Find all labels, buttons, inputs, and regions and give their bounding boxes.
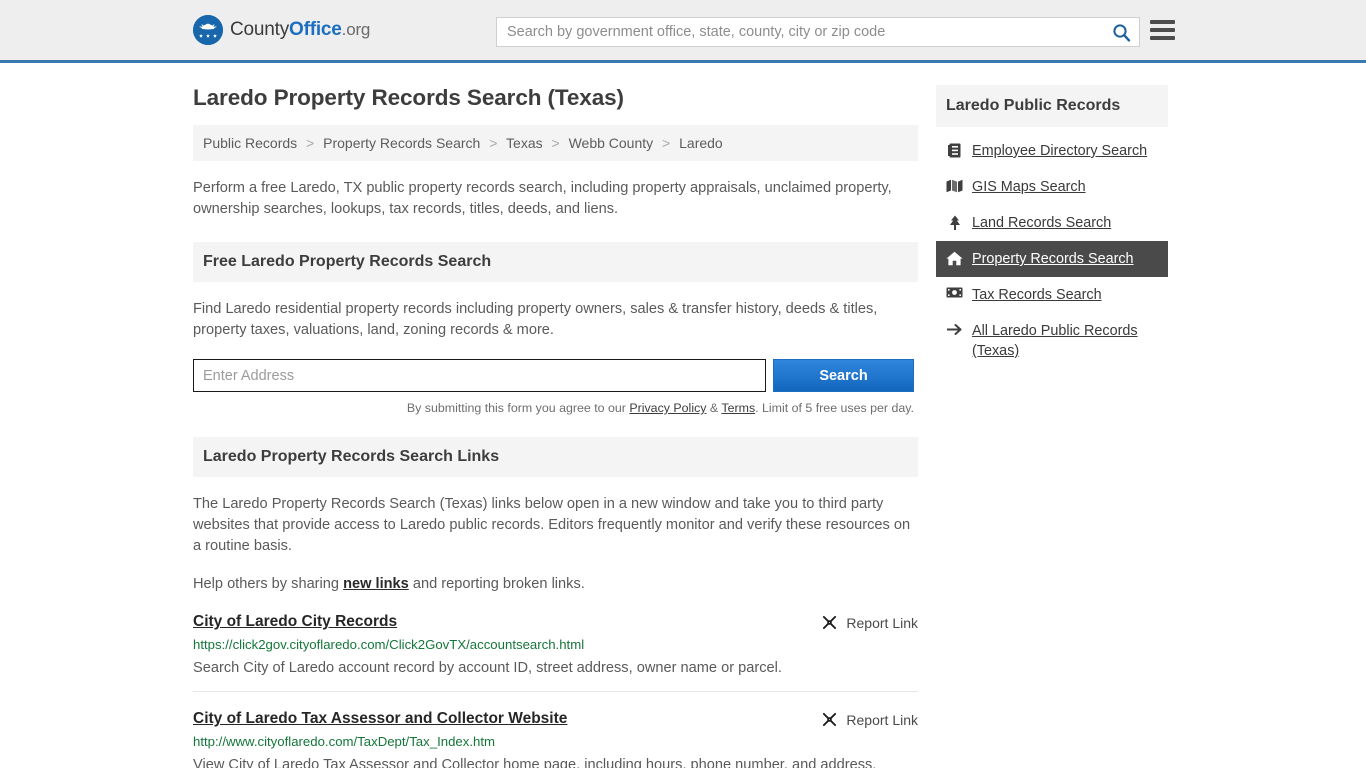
- disclaimer-text-pre: By submitting this form you agree to our: [406, 401, 630, 415]
- list-item: City of Laredo City Records Report Link …: [193, 595, 918, 692]
- address-search-button[interactable]: Search: [773, 359, 914, 392]
- brand-part-tld: .org: [341, 20, 371, 39]
- brand-part-county: County: [230, 19, 290, 40]
- unlink-icon: [823, 712, 837, 727]
- unlink-icon: [823, 615, 837, 630]
- main-column: Laredo Property Records Search (Texas) P…: [193, 63, 918, 768]
- sidebar-item-gis-maps-search[interactable]: GIS Maps Search: [936, 169, 1168, 205]
- disclaimer-amp: &: [706, 401, 722, 415]
- free-search-heading: Free Laredo Property Records Search: [193, 242, 918, 282]
- sidebar-list: Employee Directory Search GIS Maps Searc…: [936, 133, 1168, 369]
- breadcrumb-separator: >: [551, 135, 560, 151]
- intro-paragraph: Perform a free Laredo, TX public propert…: [193, 180, 892, 217]
- link-header-row: City of Laredo City Records Report Link: [193, 613, 918, 631]
- sidebar-item-land-records-search[interactable]: Land Records Search: [936, 205, 1168, 241]
- list-item: City of Laredo Tax Assessor and Collecto…: [193, 692, 918, 768]
- breadcrumb-item-texas[interactable]: Texas: [506, 135, 543, 151]
- search-icon: [1112, 23, 1130, 42]
- breadcrumb-separator: >: [489, 135, 498, 151]
- sidebar-item-label: Property Records Search: [972, 251, 1134, 267]
- hamburger-menu-icon[interactable]: [1150, 20, 1175, 40]
- link-title[interactable]: City of Laredo Tax Assessor and Collecto…: [193, 710, 567, 728]
- sidebar-item-employee-directory-search[interactable]: Employee Directory Search: [936, 133, 1168, 169]
- site-logo[interactable]: CountyOffice.org: [193, 15, 370, 45]
- sidebar-item-tax-records-search[interactable]: Tax Records Search: [936, 277, 1168, 313]
- disclaimer-text-post: . Limit of 5 free uses per day.: [755, 401, 914, 415]
- breadcrumb-item-public-records[interactable]: Public Records: [203, 135, 297, 151]
- sidebar-item-label: GIS Maps Search: [972, 179, 1086, 195]
- links-section-heading: Laredo Property Records Search Links: [193, 437, 918, 477]
- site-header: CountyOffice.org: [0, 0, 1366, 63]
- link-header-row: City of Laredo Tax Assessor and Collecto…: [193, 710, 918, 728]
- link-description: Search City of Laredo account record by …: [193, 660, 782, 676]
- breadcrumb-separator: >: [662, 135, 671, 151]
- page-title: Laredo Property Records Search (Texas): [193, 85, 624, 110]
- breadcrumb-item-webb-county[interactable]: Webb County: [569, 135, 654, 151]
- address-search-form: Search: [193, 359, 918, 392]
- breadcrumb-item-laredo: Laredo: [679, 135, 723, 151]
- breadcrumb-item-property-records-search[interactable]: Property Records Search: [323, 135, 480, 151]
- hamburger-bar: [1150, 28, 1175, 32]
- links-section-paragraph: The Laredo Property Records Search (Texa…: [193, 496, 911, 554]
- form-disclaimer: By submitting this form you agree to our…: [193, 401, 914, 415]
- global-search-bar[interactable]: [496, 17, 1140, 47]
- address-input[interactable]: [193, 359, 766, 392]
- map-icon: [946, 177, 963, 193]
- report-link-button[interactable]: Report Link: [821, 711, 918, 728]
- sidebar: Laredo Public Records Employee Directory…: [936, 63, 1168, 768]
- help-text-pre: Help others by sharing: [193, 576, 344, 592]
- sidebar-item-label: Tax Records Search: [972, 287, 1102, 303]
- brand-wordmark: CountyOffice.org: [230, 19, 370, 41]
- sidebar-heading: Laredo Public Records: [936, 85, 1168, 127]
- free-search-description: Find Laredo residential property records…: [193, 301, 878, 338]
- global-search-input[interactable]: [497, 18, 1103, 46]
- sidebar-item-label: Employee Directory Search: [972, 143, 1148, 159]
- arrow-right-icon: [946, 321, 963, 336]
- eagle-seal-icon: [193, 15, 223, 45]
- report-link-label: Report Link: [846, 614, 918, 631]
- link-url: https://click2gov.cityoflaredo.com/Click…: [193, 637, 585, 652]
- privacy-policy-link[interactable]: Privacy Policy: [629, 401, 706, 415]
- link-url: http://www.cityoflaredo.com/TaxDept/Tax_…: [193, 734, 495, 749]
- terms-link[interactable]: Terms: [721, 401, 755, 415]
- tree-icon: [946, 213, 963, 231]
- hamburger-bar: [1150, 36, 1175, 40]
- sidebar-item-label: Land Records Search: [972, 215, 1112, 231]
- hamburger-bar: [1150, 20, 1175, 24]
- help-text-post: and reporting broken links.: [408, 576, 585, 592]
- sidebar-item-label: All Laredo Public Records (Texas): [972, 323, 1138, 359]
- breadcrumb: Public Records > Property Records Search…: [193, 125, 918, 161]
- new-links-link[interactable]: new links: [343, 576, 409, 592]
- help-others-paragraph: Help others by sharing new links and rep…: [193, 574, 918, 595]
- sidebar-item-all-laredo-public-records[interactable]: All Laredo Public Records (Texas): [936, 313, 1168, 369]
- breadcrumb-separator: >: [306, 135, 315, 151]
- money-bill-icon: [946, 285, 963, 298]
- home-icon: [946, 249, 963, 266]
- sidebar-item-property-records-search[interactable]: Property Records Search: [936, 241, 1168, 277]
- page-body: Laredo Property Records Search (Texas) P…: [0, 63, 1366, 768]
- brand-part-office: Office: [289, 19, 342, 40]
- link-description: View City of Laredo Tax Assessor and Col…: [193, 757, 877, 768]
- global-search-button[interactable]: [1103, 18, 1139, 46]
- address-book-icon: [946, 141, 963, 158]
- link-title[interactable]: City of Laredo City Records: [193, 613, 397, 631]
- report-link-label: Report Link: [846, 711, 918, 728]
- report-link-button[interactable]: Report Link: [821, 614, 918, 631]
